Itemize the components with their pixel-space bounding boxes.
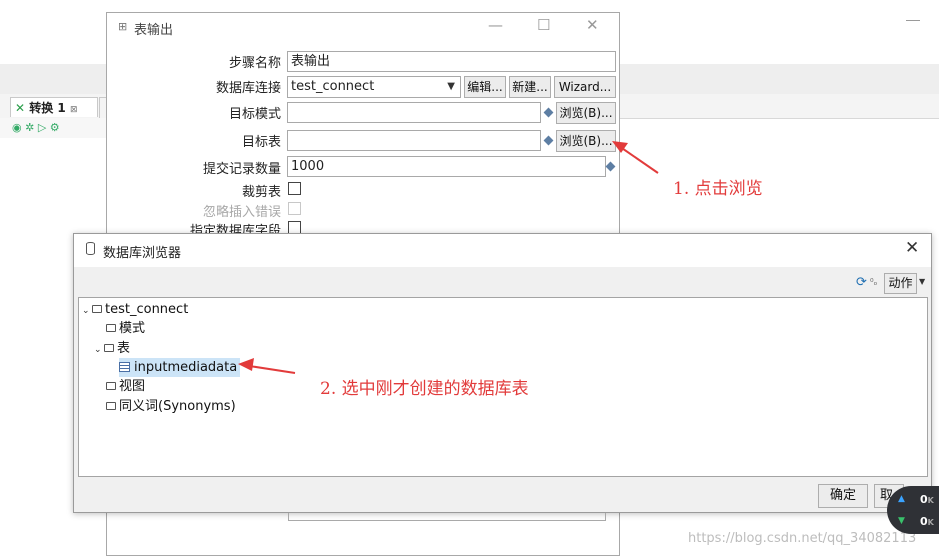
watermark-text: https://blog.csdn.net/qq_34082113 (688, 531, 917, 546)
upload-arrow-icon: ▲ (898, 494, 905, 504)
upload-speed: 0K (920, 493, 934, 506)
download-arrow-icon: ▼ (898, 516, 905, 526)
arrow-to-browse (612, 141, 659, 174)
annotation-step1: 1. 点击浏览 (673, 179, 763, 199)
annotation-step2: 2. 选中刚才创建的数据库表 (320, 379, 529, 399)
annotation-arrows (238, 141, 659, 374)
download-speed: 0K (920, 515, 934, 528)
arrow-to-table (238, 358, 296, 374)
